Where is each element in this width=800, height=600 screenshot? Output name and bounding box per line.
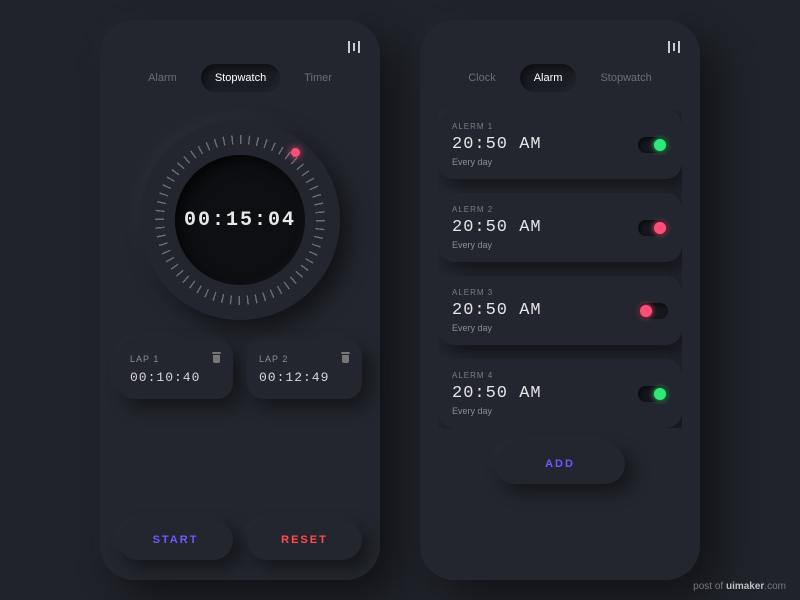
alarm-repeat: Every day: [452, 157, 668, 167]
tab-clock[interactable]: Clock: [454, 64, 510, 92]
alarm-list: ALERM 1 20:50 AM Every day ALERM 2 20:50…: [438, 110, 682, 428]
stopwatch-dial: 00:15:04: [118, 120, 362, 320]
alarm-repeat: Every day: [452, 323, 668, 333]
start-button[interactable]: START: [118, 520, 233, 560]
sliders-icon[interactable]: [348, 40, 362, 54]
credit-text: post of uimaker.com: [693, 581, 786, 592]
alarm-time: 20:50 AM: [452, 301, 668, 320]
lap-time: 00:12:49: [259, 370, 350, 385]
alarm-toggle[interactable]: [638, 386, 668, 402]
lap-label: LAP 1: [130, 354, 221, 364]
lap-card-1: LAP 1 00:10:40: [118, 340, 233, 399]
lap-label: LAP 2: [259, 354, 350, 364]
alarm-repeat: Every day: [452, 240, 668, 250]
alarm-label: ALERM 1: [452, 122, 668, 131]
tab-stopwatch[interactable]: Stopwatch: [586, 64, 665, 92]
alarm-toggle[interactable]: [638, 220, 668, 236]
tab-timer[interactable]: Timer: [290, 64, 346, 92]
topbar: [438, 40, 682, 54]
alarm-label: ALERM 4: [452, 371, 668, 380]
alarm-repeat: Every day: [452, 406, 668, 416]
trash-icon[interactable]: [341, 352, 350, 363]
alarm-toggle[interactable]: [638, 137, 668, 153]
alarm-label: ALERM 3: [452, 288, 668, 297]
reset-button[interactable]: RESET: [247, 520, 362, 560]
alarm-time: 20:50 AM: [452, 218, 668, 237]
topbar: [118, 40, 362, 54]
action-row: START RESET: [118, 520, 362, 560]
tabs: Alarm Stopwatch Timer: [118, 64, 362, 92]
alarm-card-1: ALERM 1 20:50 AM Every day: [438, 110, 682, 179]
alarm-card-2: ALERM 2 20:50 AM Every day: [438, 193, 682, 262]
alarm-card-3: ALERM 3 20:50 AM Every day: [438, 276, 682, 345]
trash-icon[interactable]: [212, 352, 221, 363]
alarm-time: 20:50 AM: [452, 384, 668, 403]
tab-alarm[interactable]: Alarm: [520, 64, 577, 92]
lap-card-2: LAP 2 00:12:49: [247, 340, 362, 399]
alarm-label: ALERM 2: [452, 205, 668, 214]
action-row: ADD: [438, 444, 682, 484]
phone-alarm: Clock Alarm Stopwatch ALERM 1 20:50 AM E…: [420, 20, 700, 580]
dial-ticks: [155, 135, 325, 305]
lap-list: LAP 1 00:10:40 LAP 2 00:12:49: [118, 340, 362, 399]
tab-stopwatch[interactable]: Stopwatch: [201, 64, 280, 92]
lap-time: 00:10:40: [130, 370, 221, 385]
alarm-card-4: ALERM 4 20:50 AM Every day: [438, 359, 682, 428]
tabs: Clock Alarm Stopwatch: [438, 64, 682, 92]
progress-dot-icon: [291, 148, 300, 157]
sliders-icon[interactable]: [668, 40, 682, 54]
phone-stopwatch: Alarm Stopwatch Timer 00:15:04 LAP 1 00:…: [100, 20, 380, 580]
add-button[interactable]: ADD: [495, 444, 625, 484]
alarm-toggle[interactable]: [638, 303, 668, 319]
tab-alarm[interactable]: Alarm: [134, 64, 191, 92]
alarm-time: 20:50 AM: [452, 135, 668, 154]
